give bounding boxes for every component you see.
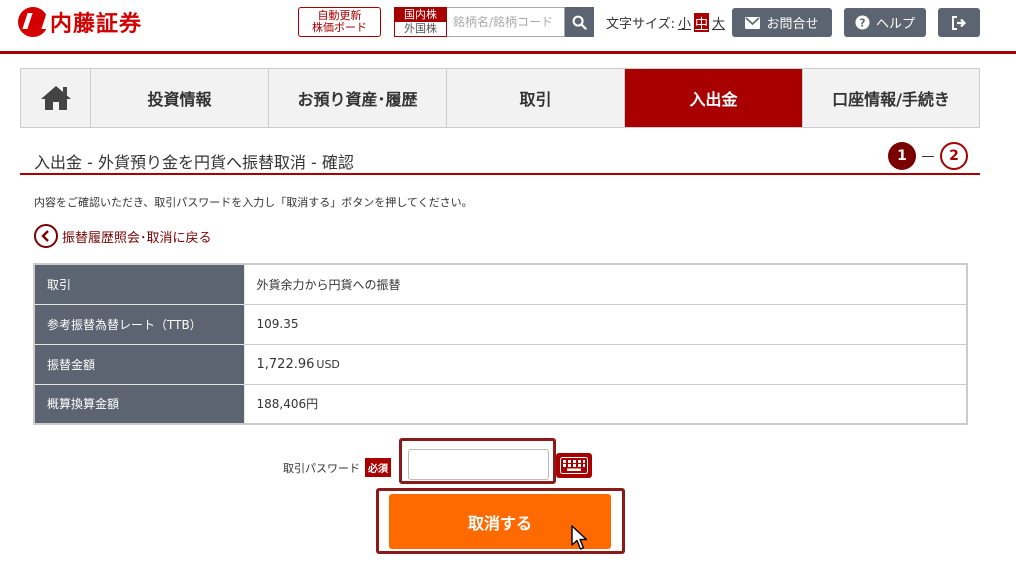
nav-assets-history[interactable]: お預り資産･履歴	[269, 69, 447, 127]
svg-text:?: ?	[859, 17, 865, 29]
header: 内藤証券 自動更新 株価ボード 国内株 外国株 銘柄名/銘柄コード 文字サイズ:…	[0, 0, 1016, 54]
table-row: 概算換算金額 188,406円	[33, 383, 968, 425]
text-size-small[interactable]: 小	[678, 13, 691, 32]
text-size-label: 文字サイズ:	[606, 17, 675, 32]
keyboard-icon	[560, 457, 588, 474]
confirmation-table: 取引 外貨余力から円貨への振替 参考振替為替レート（TTB） 109.35 振替…	[33, 263, 968, 425]
logout-icon	[952, 15, 967, 30]
row-value-converted: 188,406円	[243, 383, 968, 425]
step-1: 1	[888, 142, 916, 170]
text-size-large[interactable]: 大	[712, 13, 725, 32]
row-value-trade: 外貨余力から円貨への振替	[243, 263, 968, 305]
step-divider	[922, 155, 934, 157]
logo-mark-icon	[18, 7, 48, 37]
table-row: 振替金額 1,722.96 USD	[33, 343, 968, 385]
mouse-cursor-icon	[571, 525, 588, 550]
step-indicator: 1 2	[888, 142, 968, 170]
row-label-amount: 振替金額	[33, 343, 245, 385]
logo-text: 内藤証券	[50, 12, 143, 37]
market-foreign-option[interactable]: 外国株	[395, 22, 446, 36]
page-title: 入出金 - 外貨預り金を円貨へ振替取消 - 確認	[34, 153, 354, 172]
text-size-control: 文字サイズ: 小 中 大	[606, 13, 725, 32]
row-value-amount: 1,722.96	[256, 356, 315, 372]
help-button[interactable]: ? ヘルプ	[844, 8, 926, 37]
table-row: 取引 外貨余力から円貨への振替	[33, 263, 968, 305]
text-size-medium[interactable]: 中	[694, 13, 710, 32]
main-nav: 投資情報 お預り資産･履歴 取引 入出金 口座情報/手続き	[20, 68, 980, 128]
table-row: 参考振替為替レート（TTB） 109.35	[33, 303, 968, 345]
market-domestic-option[interactable]: 国内株	[395, 8, 446, 22]
help-label: ヘルプ	[875, 17, 915, 32]
market-selector: 国内株 外国株	[394, 7, 447, 37]
back-link-label: 振替履歴照会･取消に戻る	[62, 230, 212, 246]
search-icon	[572, 15, 587, 30]
stock-search-input[interactable]: 銘柄名/銘柄コード	[447, 7, 565, 37]
logo[interactable]: 内藤証券	[18, 6, 142, 38]
software-keyboard-button[interactable]	[556, 453, 592, 478]
title-divider	[20, 173, 980, 175]
nav-trade[interactable]: 取引	[447, 69, 625, 127]
row-label-rate: 参考振替為替レート（TTB）	[33, 303, 245, 345]
nav-deposit-withdrawal[interactable]: 入出金	[625, 69, 803, 127]
home-icon	[40, 86, 71, 110]
contact-label: お問合せ	[766, 17, 819, 32]
mail-icon	[745, 16, 761, 29]
stock-board-line2: 株価ボード	[312, 21, 367, 34]
help-icon: ?	[855, 15, 870, 30]
nav-investment-info[interactable]: 投資情報	[91, 69, 269, 127]
nav-account-info[interactable]: 口座情報/手続き	[803, 69, 979, 127]
required-badge: 必須	[365, 458, 391, 477]
row-label-trade: 取引	[33, 263, 245, 305]
stock-board-button[interactable]: 自動更新 株価ボード	[298, 7, 381, 37]
chevron-left-icon	[34, 224, 58, 248]
password-label: 取引パスワード	[283, 462, 360, 475]
row-label-converted: 概算換算金額	[33, 383, 245, 425]
logout-button[interactable]	[938, 8, 980, 37]
search-button[interactable]	[565, 7, 594, 37]
back-link[interactable]: 振替履歴照会･取消に戻る	[34, 224, 212, 248]
step-2: 2	[940, 142, 968, 170]
password-input[interactable]	[408, 449, 549, 480]
row-value-amount-cell: 1,722.96 USD	[243, 343, 968, 385]
row-value-rate: 109.35	[243, 303, 968, 345]
row-value-amount-unit: USD	[316, 357, 340, 371]
contact-button[interactable]: お問合せ	[732, 8, 832, 37]
nav-home[interactable]	[21, 69, 91, 127]
instruction-text: 内容をご確認いただき、取引パスワードを入力し「取消する」ボタンを押してください。	[34, 196, 473, 209]
